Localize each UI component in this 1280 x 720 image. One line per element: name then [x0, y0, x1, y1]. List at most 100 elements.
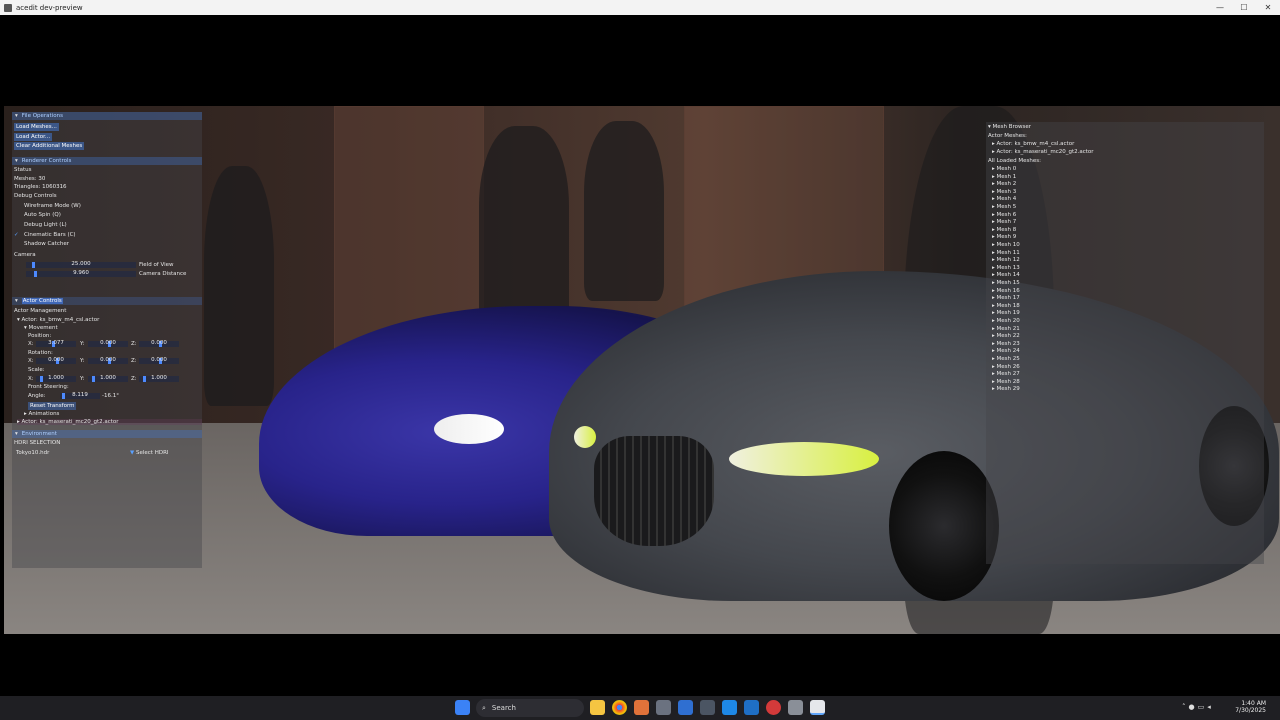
movement-tree-node[interactable]: ▾ Movement	[24, 325, 58, 331]
actor-tree-node-bmw[interactable]: ▾ Actor: ks_bmw_m4_csl.actor	[17, 317, 99, 323]
clear-meshes-button[interactable]: Clear Additional Meshes	[14, 142, 85, 150]
actor-tree-node-maserati[interactable]: ▸ Actor: ks_maserati_mc20_gt2.actor	[17, 419, 202, 425]
volume-icon[interactable]: ◂	[1207, 703, 1214, 711]
git-icon[interactable]	[766, 700, 781, 715]
terminal-icon[interactable]	[700, 700, 715, 715]
select-hdri-dropdown[interactable]: ▼ Select HDRI	[130, 450, 169, 456]
clock[interactable]: 1:40 AM 7/30/2025	[1235, 700, 1266, 714]
axis-label: Y:	[80, 341, 85, 347]
hdri-filename: Tokyo10.hdr	[16, 450, 50, 456]
mesh-list-item[interactable]: ▸ Mesh 28	[992, 379, 1020, 387]
mesh-list-item[interactable]: ▸ Mesh 20	[992, 318, 1020, 326]
mesh-list-item[interactable]: ▸ Mesh 22	[992, 333, 1020, 341]
file-explorer-icon[interactable]	[590, 700, 605, 715]
fov-slider[interactable]: 25.000	[26, 261, 136, 268]
maximize-button[interactable]: ☐	[1232, 0, 1256, 15]
paint-icon[interactable]	[788, 700, 803, 715]
search-app-icon[interactable]	[634, 700, 649, 715]
actor-mesh-item[interactable]: ▸ Actor: ks_bmw_m4_csl.actor	[992, 141, 1074, 147]
steering-angle-slider[interactable]: 8.119	[60, 392, 100, 399]
fov-label: Field of View	[139, 262, 174, 268]
mesh-list-item[interactable]: ▸ Mesh 5	[992, 204, 1016, 212]
clock-date: 7/30/2025	[1235, 707, 1266, 714]
collapse-triangle-icon: ▾	[15, 113, 18, 119]
load-actor-button[interactable]: Load Actor...	[14, 133, 53, 141]
mesh-list-item[interactable]: ▸ Mesh 24	[992, 348, 1020, 356]
position-z-slider[interactable]: 0.000	[139, 340, 179, 347]
chrome-icon[interactable]	[612, 700, 627, 715]
rotation-z-slider[interactable]: 0.000	[139, 357, 179, 364]
collapse-triangle-icon: ▾	[15, 298, 18, 304]
load-meshes-button[interactable]: Load Meshes...	[14, 123, 59, 131]
scale-z-slider[interactable]: 1.000	[139, 375, 179, 382]
checkmark-icon[interactable]: ✓	[14, 232, 24, 238]
debug-light-toggle[interactable]: Debug Light (L)	[18, 222, 67, 228]
network-icon[interactable]: ▭	[1198, 703, 1208, 711]
status-label: Status	[14, 167, 32, 173]
rotation-y-slider[interactable]: 0.000	[88, 357, 128, 364]
mesh-list-item[interactable]: ▸ Mesh 6	[992, 212, 1016, 220]
position-y-slider[interactable]: 0.000	[88, 340, 128, 347]
notepad-icon[interactable]	[722, 700, 737, 715]
animations-tree-node[interactable]: ▸ Animations	[24, 411, 59, 417]
close-button[interactable]: ✕	[1256, 0, 1280, 15]
app-icon[interactable]	[656, 700, 671, 715]
mesh-list-item[interactable]: ▸ Mesh 18	[992, 303, 1020, 311]
mesh-list-item[interactable]: ▸ Mesh 12	[992, 257, 1020, 265]
camera-label: Camera	[14, 252, 36, 258]
actor-controls-header[interactable]: ▾ Actor Controls	[12, 297, 202, 305]
environment-header[interactable]: ▾ Environment	[12, 430, 202, 438]
axis-label: Y:	[80, 376, 85, 382]
actor-mesh-item[interactable]: ▸ Actor: ks_maserati_mc20_gt2.actor	[992, 149, 1094, 155]
camera-distance-slider[interactable]: 9.960	[26, 270, 136, 277]
cinematic-bars-toggle[interactable]: ✓ Cinematic Bars (C)	[14, 232, 76, 238]
scale-y-slider[interactable]: 1.000	[88, 375, 128, 382]
system-tray[interactable]: ˄●▭◂	[1182, 703, 1214, 711]
front-steering-label: Front Steering:	[28, 384, 69, 390]
auto-spin-toggle[interactable]: Auto Spin (Q)	[18, 212, 61, 218]
mesh-list-item[interactable]: ▸ Mesh 14	[992, 272, 1020, 280]
mesh-list-item[interactable]: ▸ Mesh 9	[992, 234, 1016, 242]
vscode-icon[interactable]	[744, 700, 759, 715]
acedit-taskbar-icon[interactable]	[810, 700, 825, 715]
renderer-controls-header[interactable]: ▾ Renderer Controls	[12, 157, 202, 165]
mesh-list-item[interactable]: ▸ Mesh 11	[992, 250, 1020, 258]
mesh-list-item[interactable]: ▸ Mesh 26	[992, 364, 1020, 372]
axis-label: Z:	[131, 341, 137, 347]
axis-label: X:	[28, 358, 34, 364]
meshes-count: Meshes: 30	[14, 176, 46, 182]
photos-icon[interactable]	[678, 700, 693, 715]
actor-meshes-label: Actor Meshes:	[988, 133, 1027, 139]
file-operations-header[interactable]: ▾ File Operations	[12, 112, 202, 120]
mesh-list-item[interactable]: ▸ Mesh 15	[992, 280, 1020, 288]
rotation-x-slider[interactable]: 0.000	[36, 357, 76, 364]
mesh-list-item[interactable]: ▸ Mesh 29	[992, 386, 1020, 394]
mesh-list-item[interactable]: ▸ Mesh 0	[992, 166, 1016, 174]
mesh-list-item[interactable]: ▸ Mesh 1	[992, 174, 1016, 182]
taskbar-search-input[interactable]: ⌕ Search	[476, 699, 584, 717]
minimize-button[interactable]: —	[1208, 0, 1232, 15]
mesh-list-item[interactable]: ▸ Mesh 3	[992, 189, 1016, 197]
mesh-list-item[interactable]: ▸ Mesh 23	[992, 341, 1020, 349]
mesh-list-item[interactable]: ▸ Mesh 16	[992, 288, 1020, 296]
reset-transform-button[interactable]: Reset Transform	[28, 402, 77, 410]
mesh-list-item[interactable]: ▸ Mesh 4	[992, 196, 1016, 204]
mesh-list-item[interactable]: ▸ Mesh 7	[992, 219, 1016, 227]
scale-x-slider[interactable]: 1.000	[36, 375, 76, 382]
position-x-slider[interactable]: 3.077	[36, 340, 76, 347]
wireframe-toggle[interactable]: Wireframe Mode (W)	[18, 203, 81, 209]
mesh-browser-header[interactable]: ▾ Mesh Browser	[988, 124, 1031, 130]
mesh-list-item[interactable]: ▸ Mesh 27	[992, 371, 1020, 379]
mesh-list-item[interactable]: ▸ Mesh 17	[992, 295, 1020, 303]
shadow-catcher-toggle[interactable]: Shadow Catcher	[18, 241, 69, 247]
mesh-list-item[interactable]: ▸ Mesh 10	[992, 242, 1020, 250]
mesh-list-item[interactable]: ▸ Mesh 8	[992, 227, 1016, 235]
mesh-list-item[interactable]: ▸ Mesh 25	[992, 356, 1020, 364]
mesh-list-item[interactable]: ▸ Mesh 13	[992, 265, 1020, 273]
mesh-list-item[interactable]: ▸ Mesh 2	[992, 181, 1016, 189]
axis-label: Z:	[131, 358, 137, 364]
mesh-list-item[interactable]: ▸ Mesh 21	[992, 326, 1020, 334]
start-windows-icon[interactable]	[455, 700, 470, 715]
mic-icon[interactable]: ●	[1189, 703, 1198, 711]
mesh-list-item[interactable]: ▸ Mesh 19	[992, 310, 1020, 318]
